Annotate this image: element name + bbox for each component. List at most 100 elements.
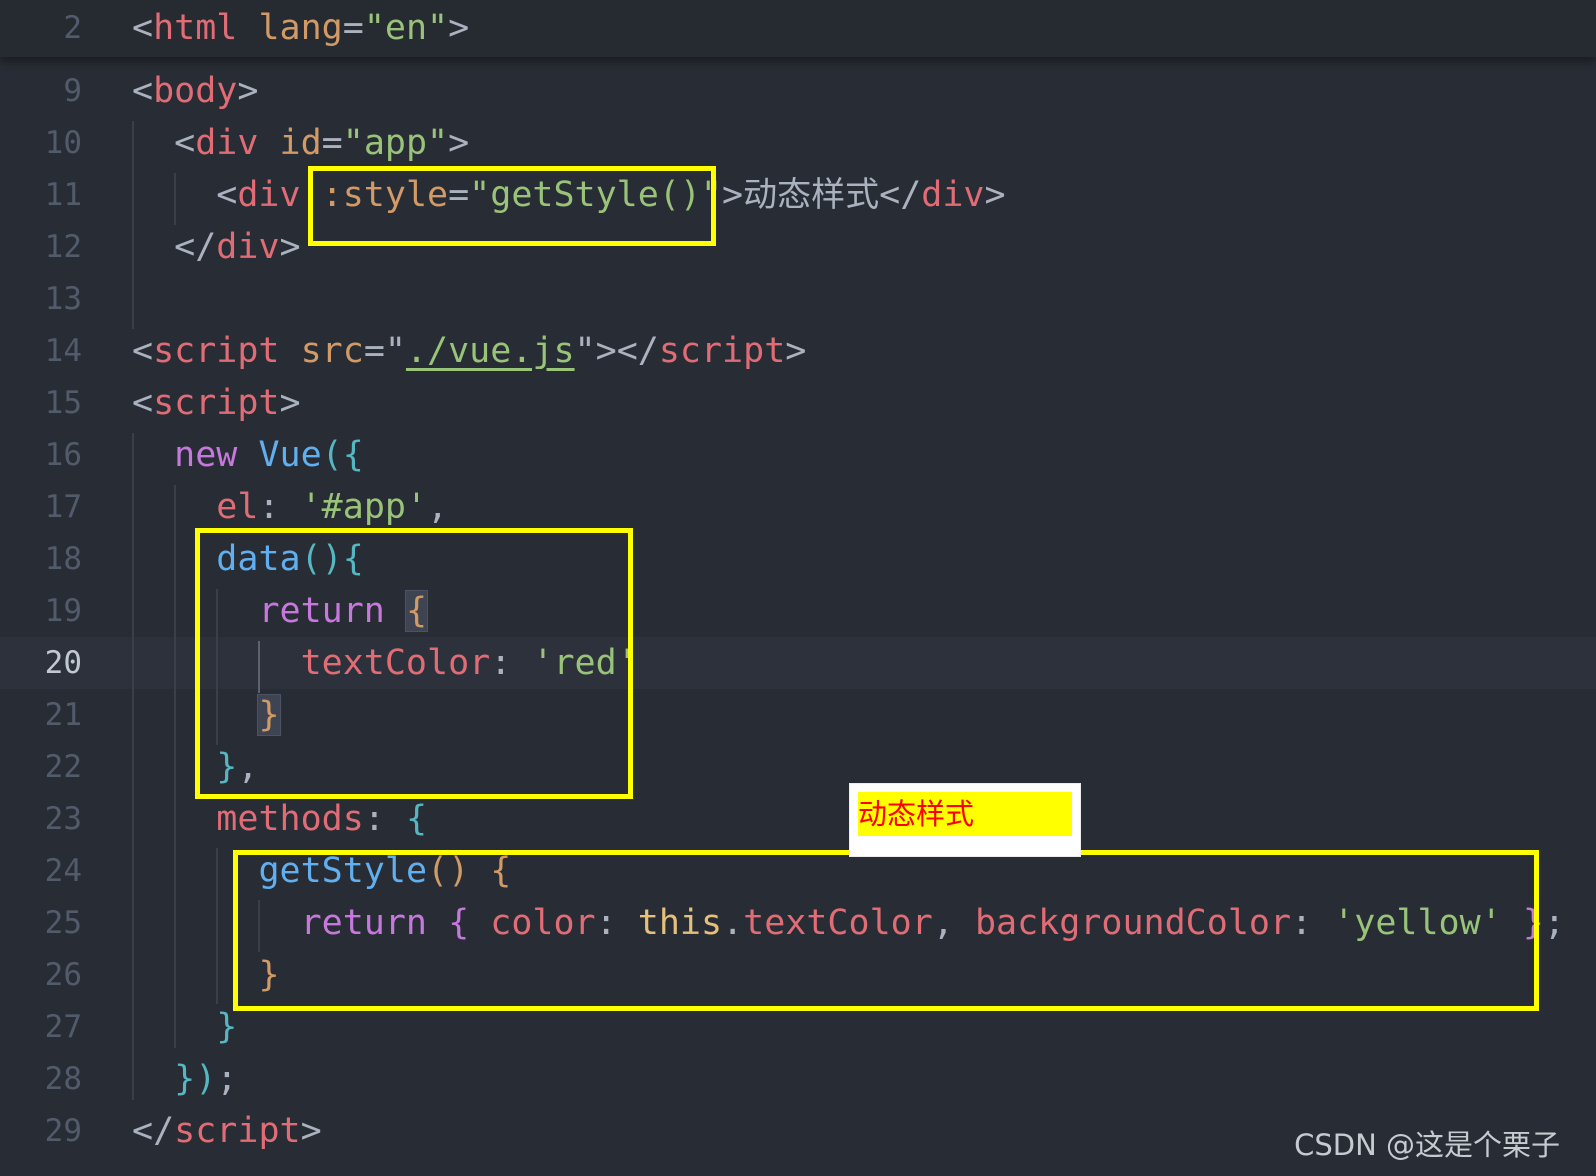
code-token: : [490, 643, 533, 683]
line-number: 21 [44, 697, 82, 733]
line-number: 12 [44, 229, 82, 265]
code-line-22[interactable]: 22 }, [0, 741, 1596, 793]
code-token: ./vue.js [405, 331, 575, 371]
code-text[interactable]: <html lang="en"> [132, 2, 469, 54]
code-text[interactable]: </div> [132, 221, 301, 273]
line-number: 17 [44, 489, 82, 525]
indent-guide-return [258, 641, 260, 693]
code-token: </ [132, 227, 217, 267]
code-text[interactable]: <script src="./vue.js"></script> [132, 325, 806, 377]
line-number: 28 [44, 1061, 82, 1097]
code-line-19[interactable]: 19 return { [0, 585, 1596, 637]
code-editor[interactable]: 2 <html lang="en"> 9 <body> 10 <div id="app"… [0, 0, 1596, 1176]
code-line-14[interactable]: 14 <script src="./vue.js"></script> [0, 325, 1596, 377]
code-token: 'red' [532, 643, 638, 683]
line-number: 29 [44, 1113, 82, 1149]
code-line-23[interactable]: 23 methods: { [0, 793, 1596, 845]
line-number: 16 [44, 437, 82, 473]
watermark: CSDN @这是个栗子 [1294, 1128, 1560, 1162]
code-token: } [257, 694, 281, 736]
code-text[interactable]: <div :style="getStyle()">动态样式</div> [132, 169, 1005, 221]
code-line-24[interactable]: 24 getStyle() { [0, 845, 1596, 897]
code-text[interactable]: <script> [132, 377, 301, 429]
code-text[interactable]: el: '#app', [132, 481, 448, 533]
code-token: { [404, 590, 429, 632]
line-number: 14 [44, 333, 82, 369]
code-token: return [300, 903, 428, 943]
code-text[interactable]: return { [132, 585, 429, 637]
code-token: . [722, 903, 744, 943]
code-text[interactable]: new Vue({ [132, 429, 364, 481]
code-line-17[interactable]: 17 el: '#app', [0, 481, 1596, 533]
code-text[interactable]: } [132, 689, 281, 741]
code-line-13[interactable]: 13 [0, 273, 1596, 325]
code-token: < [132, 71, 154, 111]
line-number: 22 [44, 749, 82, 785]
code-line-12[interactable]: 12 </div> [0, 221, 1596, 273]
code-token: < [132, 123, 196, 163]
code-token: methods [216, 799, 364, 839]
code-line-21[interactable]: 21 } [0, 689, 1596, 741]
code-line-9[interactable]: 9 <body> [0, 65, 1596, 117]
code-text[interactable]: <div id="app"> [132, 117, 469, 169]
code-line-26[interactable]: 26 } [0, 949, 1596, 1001]
code-token: , [237, 747, 259, 787]
code-line-15[interactable]: 15 <script> [0, 377, 1596, 429]
code-text[interactable]: } [132, 1001, 237, 1053]
code-line-11[interactable]: 11 <div :style="getStyle()">动态样式</div> [0, 169, 1596, 221]
code-token: ; [216, 1059, 238, 1099]
code-text[interactable]: }); [132, 1053, 237, 1105]
code-line-20[interactable]: 20 textColor: 'red' [0, 637, 1596, 689]
code-token: el [216, 487, 259, 527]
code-token: textColor [743, 903, 933, 943]
code-token: new [174, 435, 238, 475]
code-line-25[interactable]: 25 return { color: this.textColor, backg… [0, 897, 1596, 949]
code-line-28[interactable]: 28 }); [0, 1053, 1596, 1105]
code-text[interactable]: textColor: 'red' [132, 637, 638, 689]
code-text[interactable]: </script> [132, 1105, 322, 1157]
code-token: > [279, 227, 301, 267]
code-token: body [153, 71, 238, 111]
code-token: () [427, 851, 470, 891]
indent-guide-methods [216, 848, 218, 1004]
code-token: { [490, 851, 512, 891]
code-text[interactable]: methods: { [132, 793, 427, 845]
code-token: } [258, 955, 280, 995]
code-text[interactable]: data(){ [132, 533, 364, 585]
rendered-output-preview: 动态样式 [850, 784, 1080, 856]
code-line-16[interactable]: 16 new Vue({ [0, 429, 1596, 481]
code-text[interactable]: }, [132, 741, 258, 793]
code-token: } [216, 1007, 238, 1047]
code-token: > [279, 383, 301, 423]
code-line-10[interactable]: 10 <div id="app"> [0, 117, 1596, 169]
line-number: 26 [44, 957, 82, 993]
code-token: script [658, 331, 786, 371]
code-token: src [300, 331, 364, 371]
code-line-2[interactable]: 2 <html lang="en"> [0, 2, 1596, 54]
code-token: :style [321, 175, 449, 215]
code-text[interactable]: <body> [132, 65, 258, 117]
code-text[interactable]: } [132, 949, 280, 1001]
code-text[interactable]: getStyle() { [132, 845, 511, 897]
code-token: script [153, 331, 280, 371]
code-token: > [448, 123, 470, 163]
code-line-18[interactable]: 18 data(){ [0, 533, 1596, 585]
code-token: html [153, 8, 238, 48]
code-token: script [153, 383, 280, 423]
code-token: = [448, 175, 470, 215]
indent-guide-div [174, 173, 176, 225]
code-text[interactable]: return { color: this.textColor, backgrou… [132, 897, 1565, 949]
code-token: backgroundColor [974, 903, 1292, 943]
line-number: 20 [44, 645, 82, 681]
code-token: > [448, 8, 470, 48]
code-token: div [237, 175, 301, 215]
code-line-27[interactable]: 27 } [0, 1001, 1596, 1053]
code-token: </ [132, 1111, 175, 1151]
code-token: < [132, 383, 154, 423]
